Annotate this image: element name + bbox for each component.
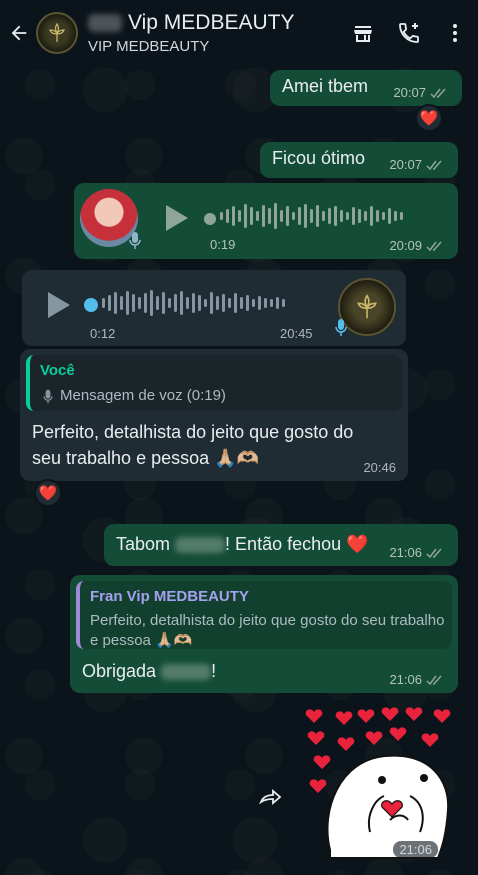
voice-duration: 0:19 (210, 237, 236, 252)
voice-waveform (220, 203, 403, 229)
message-meta: 20:46 (363, 460, 396, 475)
store-icon (354, 26, 372, 42)
redacted-name (175, 537, 226, 554)
double-check-icon (426, 241, 442, 251)
hearts-flork-sticker (305, 707, 451, 859)
voice-message-outgoing[interactable]: 0:19 20:09 (74, 183, 458, 259)
progress-dot[interactable] (204, 213, 216, 225)
redacted-name (88, 14, 122, 32)
mic-icon (335, 319, 347, 336)
message-time: 21:06 (389, 545, 422, 560)
message-outgoing[interactable]: Tabom ! Então fechou ❤️ 21:06 (104, 524, 458, 566)
heart-emoji: ❤️ (419, 110, 439, 127)
mic-icon (129, 232, 141, 249)
arrow-left-icon (11, 25, 27, 41)
add-call-icon (399, 23, 419, 43)
message-text-part: Tabom (116, 534, 171, 554)
double-check-icon (426, 160, 442, 170)
quote-text: Perfeito, detalhista do jeito que gosto … (90, 612, 445, 649)
quoted-message[interactable]: Fran Vip MEDBEAUTY Perfeito, detalhista … (76, 581, 452, 649)
message-outgoing[interactable]: Fran Vip MEDBEAUTY Perfeito, detalhista … (70, 575, 458, 693)
quote-author: Fran Vip MEDBEAUTY (90, 588, 249, 605)
double-check-icon (426, 675, 442, 685)
sticker-message[interactable]: 21:06 (300, 700, 458, 860)
reaction-heart[interactable]: ❤️ (34, 479, 62, 507)
message-time: 20:09 (389, 238, 422, 253)
quote-text: Mensagem de voz (0:19) (60, 387, 226, 404)
message-text: Perfeito, detalhista do jeito que gosto … (32, 422, 354, 468)
heart-emoji: ❤️ (38, 485, 58, 502)
redacted-name (161, 664, 212, 681)
message-text-part: ! Então fechou ❤️ (225, 534, 369, 554)
message-time: 21:06 (393, 841, 438, 858)
store-button[interactable] (340, 10, 386, 56)
message-meta: 21:06 (389, 672, 446, 687)
contact-name: Vip MEDBEAUTY (128, 11, 295, 34)
contact-subtitle: VIP MEDBEAUTY (88, 38, 210, 55)
message-outgoing[interactable]: Ficou ótimo 20:07 (260, 142, 458, 178)
message-text: Obrigada ! (82, 661, 216, 682)
contact-avatar[interactable] (36, 12, 78, 54)
message-text-part: ! (211, 661, 217, 681)
more-vertical-icon (453, 24, 457, 42)
message-meta: 20:07 (393, 85, 450, 100)
message-text-part: Obrigada (82, 661, 157, 681)
voice-waveform (102, 290, 285, 316)
reaction-heart[interactable]: ❤️ (415, 104, 443, 132)
progress-dot[interactable] (84, 298, 98, 312)
quote-author: Você (40, 362, 75, 379)
double-check-icon (426, 548, 442, 558)
message-time: 20:46 (363, 460, 396, 475)
play-button[interactable] (48, 292, 70, 318)
flower-logo-icon (357, 294, 377, 319)
message-time: 20:45 (280, 326, 313, 341)
contact-info[interactable]: Vip MEDBEAUTY VIP MEDBEAUTY (88, 11, 340, 55)
message-meta: 21:06 (389, 545, 446, 560)
back-button[interactable] (2, 13, 36, 53)
chat-header: Vip MEDBEAUTY VIP MEDBEAUTY (0, 0, 478, 66)
voice-duration: 0:12 (90, 326, 116, 341)
message-text: Ficou ótimo (272, 148, 366, 168)
message-time: 21:06 (389, 672, 422, 687)
message-text: Tabom ! Então fechou ❤️ (116, 534, 369, 555)
voice-message-incoming[interactable]: 0:12 20:45 (22, 270, 406, 346)
double-check-icon (430, 88, 446, 98)
flower-logo-icon (49, 22, 65, 42)
forward-button[interactable] (254, 784, 288, 810)
mic-icon (43, 389, 53, 404)
message-time: 20:07 (389, 157, 422, 172)
more-options-button[interactable] (432, 10, 478, 56)
message-time: 20:07 (393, 85, 426, 100)
quoted-message[interactable]: Você Mensagem de voz (0:19) (26, 355, 402, 411)
add-call-button[interactable] (386, 10, 432, 56)
message-meta: 20:07 (389, 157, 446, 172)
message-text: Amei tbem (282, 76, 369, 96)
message-meta: 20:09 (389, 238, 446, 253)
play-button[interactable] (166, 205, 188, 231)
forward-icon (259, 789, 282, 805)
message-incoming[interactable]: Você Mensagem de voz (0:19) Perfeito, de… (20, 349, 408, 481)
message-outgoing[interactable]: Amei tbem 20:07 (270, 70, 462, 106)
